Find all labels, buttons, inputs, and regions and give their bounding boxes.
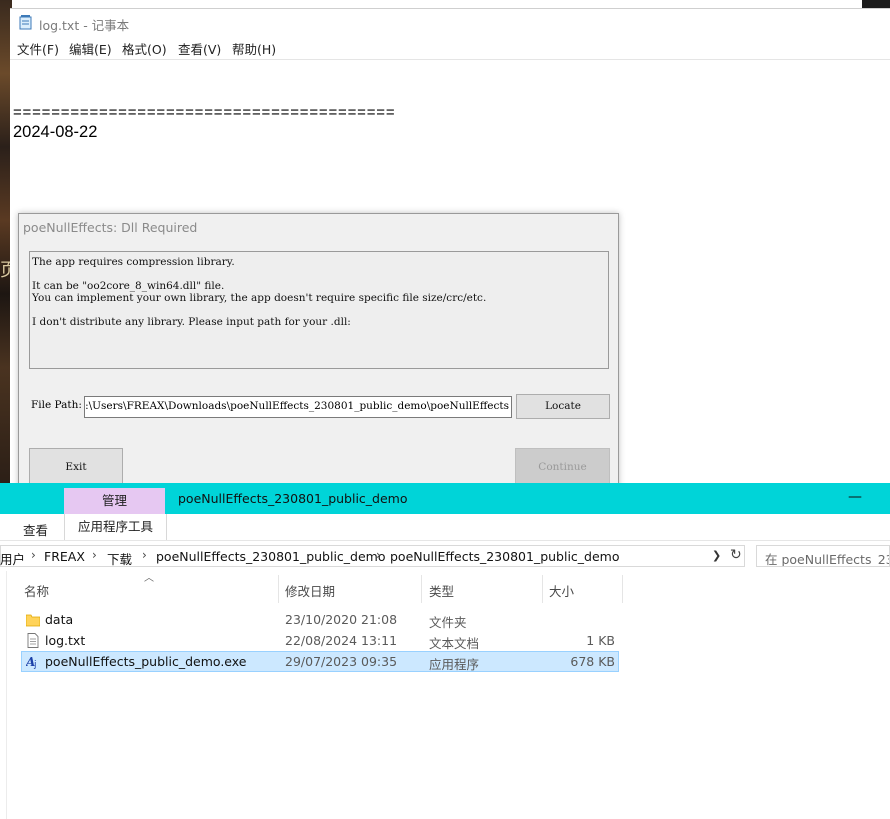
breadcrumb-item[interactable]: poeNullEffects_230801_public_demo bbox=[390, 549, 620, 564]
column-divider[interactable] bbox=[542, 575, 543, 603]
file-path-label: File Path: bbox=[31, 399, 82, 411]
column-divider[interactable] bbox=[622, 575, 623, 603]
refresh-icon[interactable]: ↻ bbox=[730, 547, 742, 563]
file-path-value: C:\Users\FREAX\Downloads\poeNullEffects_… bbox=[84, 400, 509, 412]
dll-required-dialog: poeNullEffects: Dll Required The app req… bbox=[18, 213, 619, 490]
column-divider[interactable] bbox=[421, 575, 422, 603]
notepad-titlebar[interactable]: log.txt - 记事本 bbox=[10, 9, 890, 37]
dialog-title: poeNullEffects: Dll Required bbox=[23, 220, 198, 235]
folder-icon bbox=[26, 614, 40, 627]
notepad-menubar: 文件(F) 编辑(E) 格式(O) 查看(V) 帮助(H) bbox=[10, 37, 890, 59]
navigation-pane[interactable] bbox=[0, 571, 7, 819]
breadcrumb-item[interactable]: 用户 bbox=[0, 549, 25, 568]
file-size: 1 KB bbox=[586, 633, 615, 648]
message-line: The app requires compression library. bbox=[32, 256, 235, 268]
background-corner bbox=[862, 0, 890, 8]
file-type: 文本文档 bbox=[429, 636, 480, 651]
file-type: 文件夹 bbox=[429, 615, 467, 630]
message-line: You can implement your own library, the … bbox=[32, 292, 487, 304]
explorer-titlebar[interactable]: 管理 poeNullEffects_230801_public_demo — bbox=[0, 483, 890, 514]
dialog-message-box: The app requires compression library. It… bbox=[29, 251, 609, 369]
file-type: 应用程序 bbox=[429, 657, 480, 672]
chevron-right-icon[interactable]: › bbox=[92, 548, 97, 562]
file-modified: 29/07/2023 09:35 bbox=[285, 654, 398, 669]
file-name: data bbox=[45, 612, 74, 627]
file-size: 678 KB bbox=[570, 654, 615, 669]
explorer-ribbon: 查看 应用程序工具 bbox=[0, 514, 890, 541]
explorer-title: poeNullEffects_230801_public_demo bbox=[178, 491, 408, 506]
menu-help[interactable]: 帮助(H) bbox=[232, 39, 276, 58]
chevron-down-icon[interactable]: ❯ bbox=[712, 549, 721, 562]
file-modified: 23/10/2020 21:08 bbox=[285, 612, 398, 627]
file-modified: 22/08/2024 13:11 bbox=[285, 633, 398, 648]
breadcrumb-item[interactable]: FREAX bbox=[44, 549, 85, 564]
file-row-selected[interactable]: A j poeNullEffects_public_demo.exe 29/07… bbox=[21, 651, 619, 672]
menu-view[interactable]: 查看(V) bbox=[178, 39, 221, 58]
file-name: poeNullEffects_public_demo.exe bbox=[45, 654, 247, 669]
file-name: log.txt bbox=[45, 633, 86, 648]
exe-icon: A j bbox=[26, 655, 37, 669]
exit-button[interactable]: Exit bbox=[29, 448, 123, 486]
column-header-type[interactable]: 类型 bbox=[429, 581, 454, 600]
menu-format[interactable]: 格式(O) bbox=[122, 39, 167, 58]
message-line: I don't distribute any library. Please i… bbox=[32, 316, 351, 328]
chevron-right-icon[interactable]: › bbox=[142, 548, 147, 562]
chevron-right-icon[interactable]: › bbox=[376, 548, 381, 562]
svg-text:j: j bbox=[33, 660, 37, 669]
column-divider[interactable] bbox=[278, 575, 279, 603]
breadcrumb-item[interactable]: poeNullEffects_230801_public_demo bbox=[156, 549, 386, 564]
locate-button[interactable]: Locate bbox=[516, 394, 610, 419]
file-row[interactable]: data 23/10/2020 21:08 文件夹 bbox=[21, 609, 619, 630]
tab-app-tools[interactable]: 应用程序工具 bbox=[64, 514, 167, 540]
notepad-title: log.txt - 记事本 bbox=[39, 18, 130, 33]
menubar-divider bbox=[10, 59, 890, 60]
breadcrumb-item[interactable]: 下载 bbox=[107, 549, 132, 568]
minimize-icon[interactable]: — bbox=[848, 489, 862, 505]
search-input[interactable]: 在 poeNullEffects_230801_public_demo 中搜索 bbox=[756, 545, 890, 567]
tab-manage[interactable]: 管理 bbox=[64, 488, 165, 514]
text-file-icon bbox=[27, 633, 39, 648]
address-bar[interactable]: 用户 › FREAX › 下载 › poeNullEffects_230801_… bbox=[0, 545, 745, 567]
file-path-input[interactable]: C:\Users\FREAX\Downloads\poeNullEffects_… bbox=[84, 396, 512, 418]
tab-view[interactable]: 查看 bbox=[23, 520, 48, 539]
notepad-icon bbox=[19, 15, 32, 30]
column-header-modified[interactable]: 修改日期 bbox=[285, 581, 335, 600]
continue-button[interactable]: Continue bbox=[515, 448, 610, 486]
message-line: It can be "oo2core_8_win64.dll" file. bbox=[32, 280, 225, 292]
column-header-size[interactable]: 大小 bbox=[549, 581, 574, 600]
notepad-text-date[interactable]: 2024-08-22 bbox=[13, 123, 97, 142]
menu-file[interactable]: 文件(F) bbox=[17, 39, 59, 58]
file-explorer-window: 管理 poeNullEffects_230801_public_demo — 查… bbox=[0, 483, 890, 819]
column-header-name[interactable]: 名称 bbox=[24, 581, 49, 600]
sort-ascending-icon: ︿ bbox=[144, 573, 154, 584]
notepad-text-line[interactable]: ======================================== bbox=[13, 104, 395, 121]
chevron-right-icon[interactable]: › bbox=[31, 548, 36, 562]
menu-edit[interactable]: 编辑(E) bbox=[69, 39, 112, 58]
file-row[interactable]: log.txt 22/08/2024 13:11 文本文档 1 KB bbox=[21, 630, 619, 651]
